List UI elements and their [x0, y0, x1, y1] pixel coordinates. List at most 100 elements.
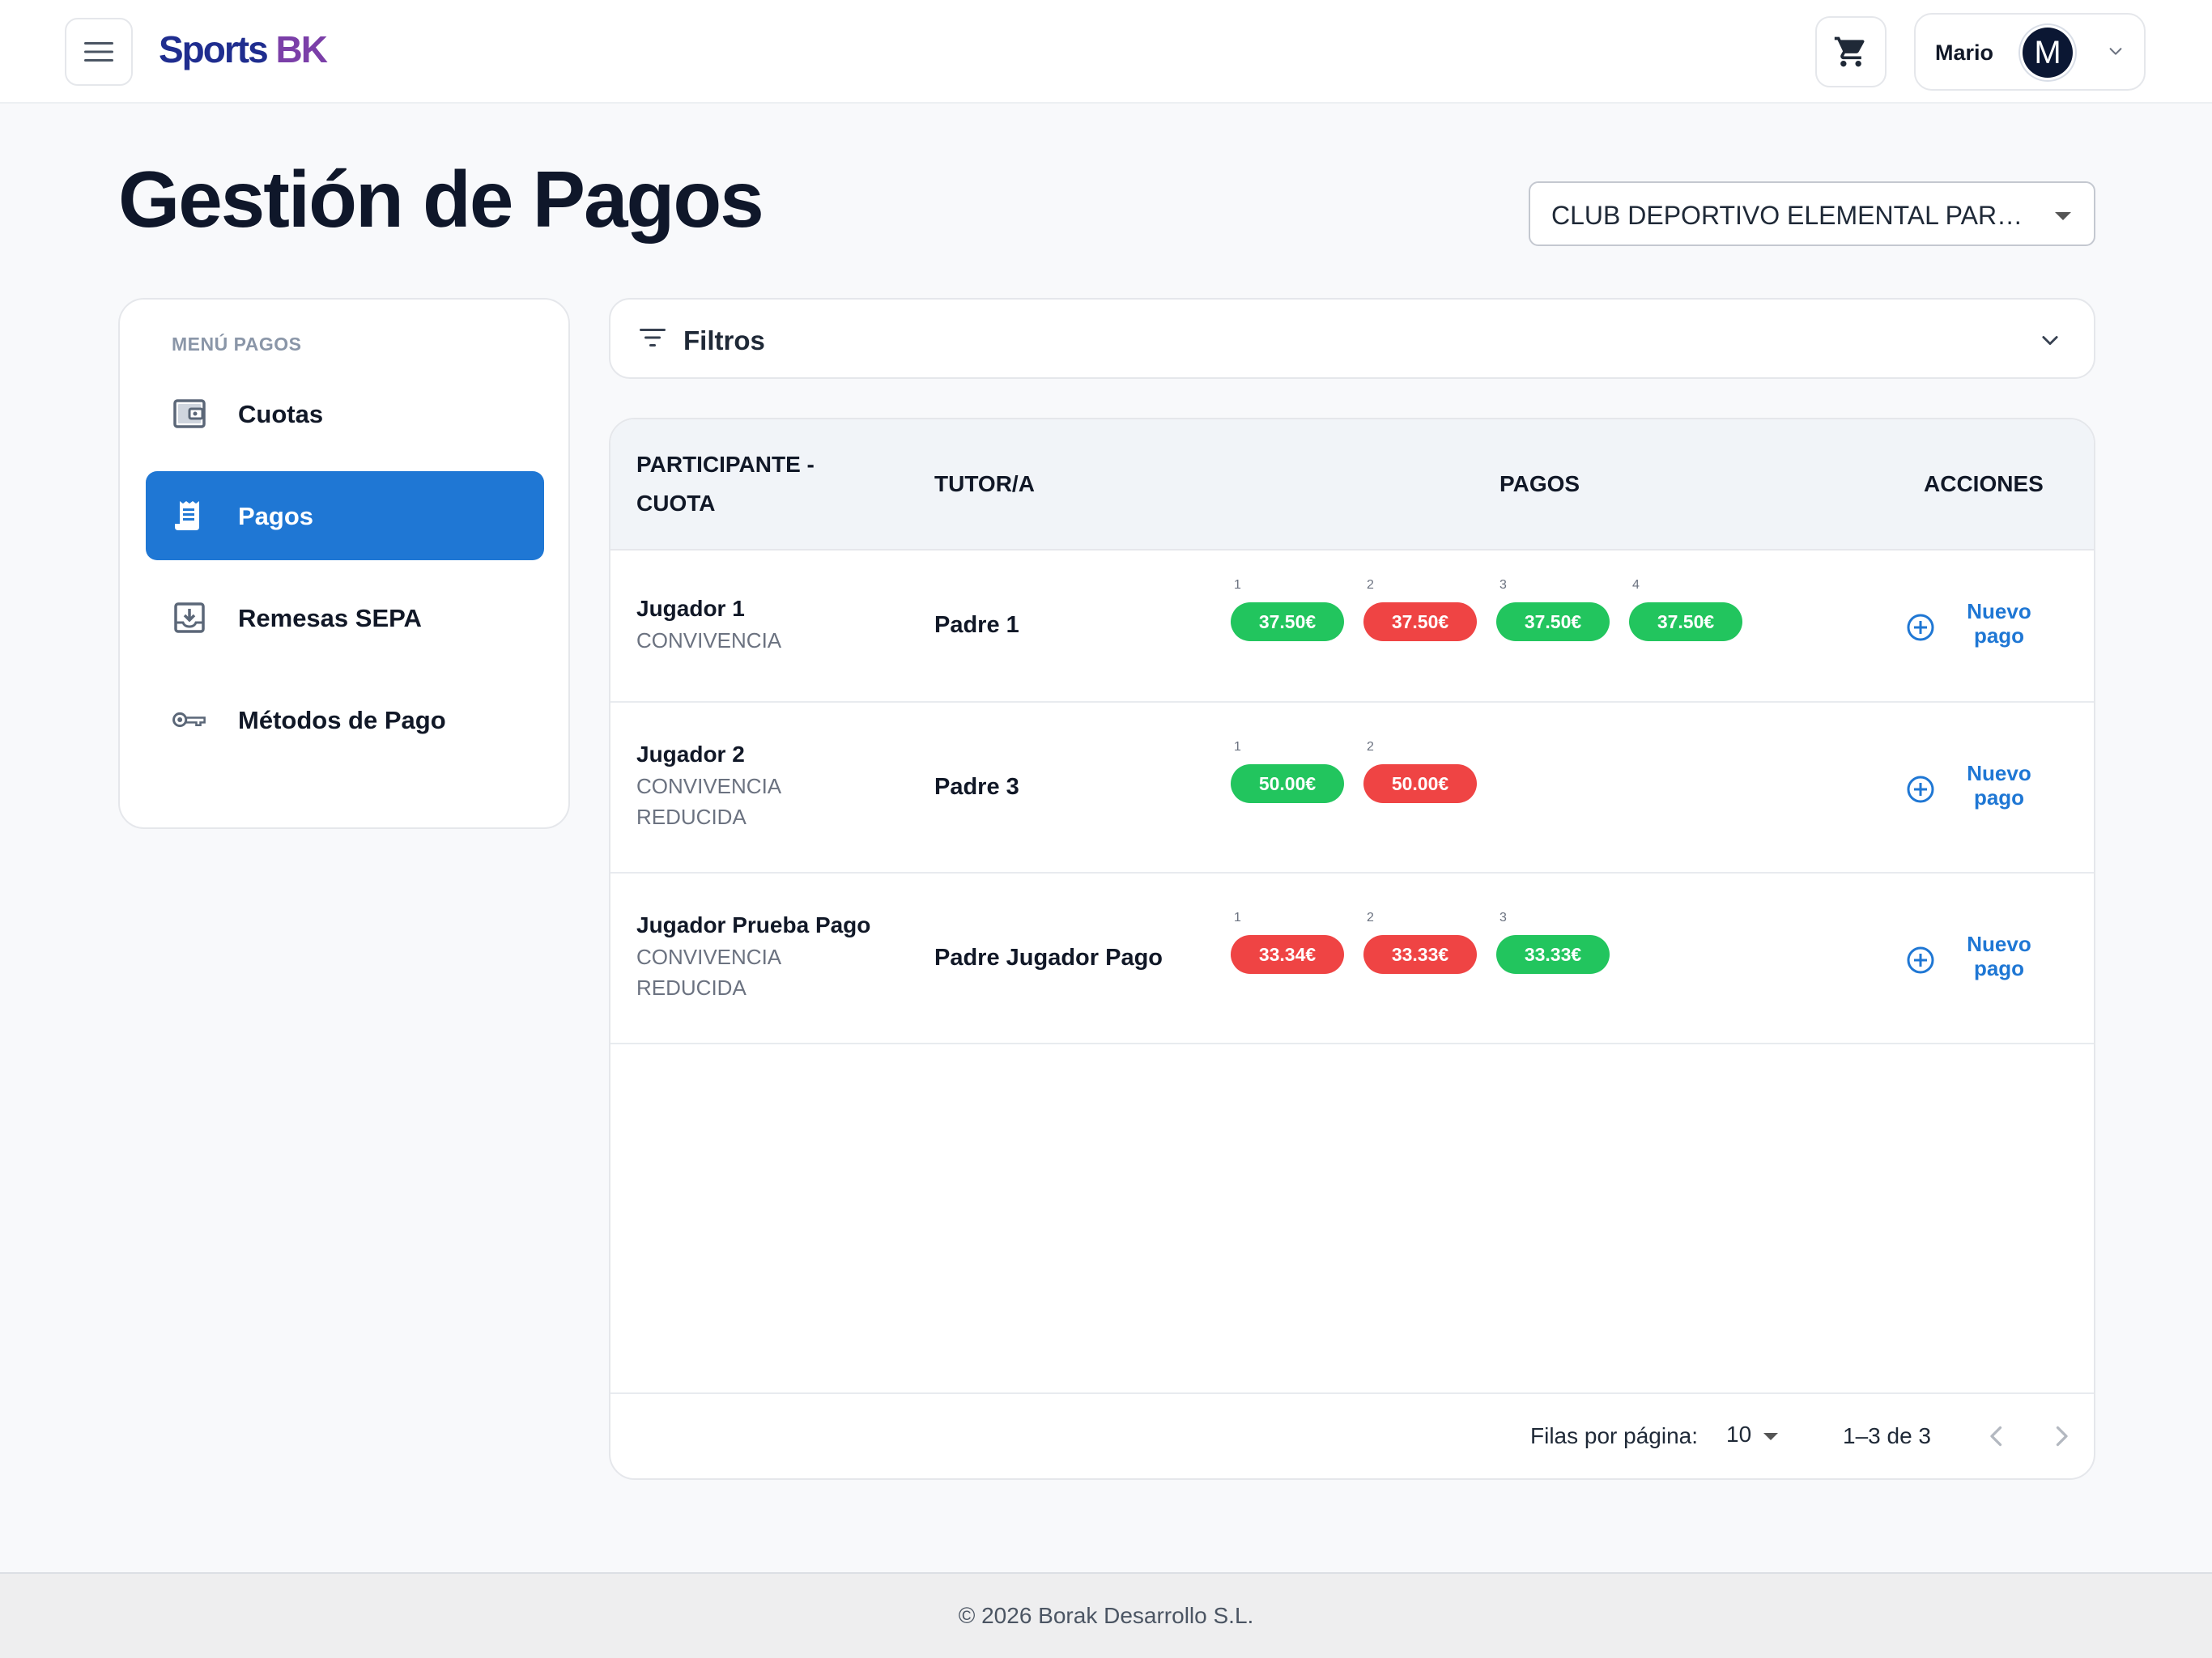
receipt-icon [175, 501, 199, 530]
tutor-name: Padre 3 [934, 774, 1019, 800]
payment-number: 1 [1234, 740, 1241, 754]
payment-chip[interactable]: 2 33.33€ [1363, 911, 1477, 974]
payment-amount: 33.34€ [1231, 935, 1344, 974]
new-payment-label-line2: pago [1973, 785, 2025, 810]
add-circle-icon [1907, 776, 1934, 803]
header-tutor: TUTOR/A [934, 471, 1035, 496]
top-bar: Sports BK Mario M [0, 0, 2212, 104]
previous-page-button[interactable] [1982, 1422, 2011, 1451]
payment-chip[interactable]: 1 37.50€ [1231, 578, 1344, 641]
payment-number: 3 [1499, 578, 1507, 592]
cart-icon [1834, 36, 1865, 67]
brand-logo-part2: BK [275, 28, 327, 70]
sidebar-item-pagos[interactable]: Pagos [146, 471, 544, 560]
payment-number: 4 [1632, 578, 1640, 592]
brand-logo[interactable]: Sports BK [159, 28, 328, 71]
hamburger-icon [84, 42, 113, 62]
table-header: PARTICIPANTE - CUOTA TUTOR/A PAGOS ACCIO… [610, 419, 2094, 551]
payment-number: 2 [1367, 740, 1374, 754]
table-row: Jugador 2 CONVIVENCIA REDUCIDA Padre 3 1… [610, 703, 2094, 874]
key-icon [172, 712, 206, 728]
tutor-name: Padre Jugador Pago [934, 945, 1163, 971]
rows-per-page-label: Filas por página: [1530, 1423, 1699, 1448]
new-payment-button[interactable]: Nuevo pago [1906, 761, 2084, 818]
payment-number: 2 [1367, 911, 1374, 925]
menu-button[interactable] [65, 18, 133, 86]
fee-name: CONVIVENCIA [636, 628, 782, 653]
new-payment-label-line1: Nuevo [1967, 932, 2031, 956]
new-payment-label-line1: Nuevo [1967, 599, 2031, 623]
new-payment-button[interactable]: Nuevo pago [1906, 599, 2084, 656]
payment-amount: 33.33€ [1496, 935, 1610, 974]
table-pagination: Filas por página: 10 1–3 de 3 [610, 1392, 2094, 1478]
new-payment-label-line1: Nuevo [1967, 761, 2031, 785]
payment-chip[interactable]: 4 37.50€ [1629, 578, 1742, 641]
sidebar-item-cuotas[interactable]: Cuotas [146, 369, 544, 458]
sidebar-item-label: Cuotas [238, 400, 324, 428]
sidebar-item-remesas-sepa[interactable]: Remesas SEPA [146, 573, 544, 662]
rows-per-page-value: 10 [1726, 1422, 1752, 1447]
next-page-button[interactable] [2047, 1422, 2076, 1451]
payment-number: 3 [1499, 911, 1507, 925]
chevron-down-icon [2042, 336, 2058, 346]
avatar: M [2023, 28, 2073, 78]
participant-name: Jugador 2 [636, 742, 745, 767]
participant-name: Jugador Prueba Pago [636, 912, 871, 937]
cart-button[interactable] [1815, 16, 1887, 87]
header-participante-line2: CUOTA [636, 491, 716, 516]
menu-title: MENÚ PAGOS [172, 334, 302, 355]
payment-amount: 37.50€ [1629, 602, 1742, 641]
payment-amount: 37.50€ [1496, 602, 1610, 641]
payments-table: PARTICIPANTE - CUOTA TUTOR/A PAGOS ACCIO… [609, 418, 2095, 1480]
dropdown-caret-icon [2055, 212, 2071, 220]
add-circle-icon [1907, 614, 1934, 641]
header-pagos: PAGOS [1499, 471, 1580, 496]
club-select[interactable]: CLUB DEPORTIVO ELEMENTAL PARQ... [1529, 181, 2095, 246]
payment-chip[interactable]: 3 37.50€ [1496, 578, 1610, 641]
wallet-icon [173, 399, 206, 428]
payment-chip[interactable]: 3 33.33€ [1496, 911, 1610, 974]
new-payment-button[interactable]: Nuevo pago [1906, 932, 2084, 988]
footer-copyright: © 2026 Borak Desarrollo S.L. [958, 1603, 1254, 1628]
table-row: Jugador Prueba Pago CONVIVENCIA REDUCIDA… [610, 874, 2094, 1044]
filters-panel[interactable]: Filtros [609, 298, 2095, 379]
payment-chip[interactable]: 2 50.00€ [1363, 740, 1477, 803]
filter-icon [640, 329, 666, 346]
download-tray-icon [174, 602, 205, 633]
dropdown-caret-icon [1763, 1433, 1778, 1440]
user-menu-button[interactable]: Mario M [1914, 13, 2146, 91]
header-acciones: ACCIONES [1924, 471, 2044, 496]
payment-amount: 37.50€ [1231, 602, 1344, 641]
new-payment-label: Nuevo pago [1955, 599, 2044, 648]
payment-amount: 50.00€ [1363, 764, 1477, 803]
user-name: Mario [1935, 40, 1994, 65]
filters-label: Filtros [683, 325, 765, 355]
fee-name: CONVIVENCIA REDUCIDA [636, 774, 781, 829]
payment-amount: 50.00€ [1231, 764, 1344, 803]
payments-menu: MENÚ PAGOS Cuotas Pagos Remesas SEPA Mét… [118, 298, 570, 829]
pagination-range: 1–3 de 3 [1843, 1423, 1931, 1448]
payment-chip[interactable]: 2 37.50€ [1363, 578, 1477, 641]
payment-chip[interactable]: 1 50.00€ [1231, 740, 1344, 803]
brand-logo-part1: Sports [159, 28, 269, 70]
page-title: Gestión de Pagos [118, 155, 764, 244]
table-row: Jugador 1 CONVIVENCIA Padre 1 1 37.50€ 2… [610, 551, 2094, 703]
footer: © 2026 Borak Desarrollo S.L. [0, 1572, 2212, 1658]
new-payment-label-line2: pago [1973, 623, 2025, 648]
payment-amount: 37.50€ [1363, 602, 1477, 641]
payment-number: 1 [1234, 578, 1241, 592]
payment-amount: 33.33€ [1363, 935, 1477, 974]
chevron-down-icon [2109, 48, 2122, 55]
club-select-value: CLUB DEPORTIVO ELEMENTAL PARQ... [1551, 201, 2037, 230]
new-payment-label: Nuevo pago [1955, 932, 2044, 980]
sidebar-item-label: Pagos [238, 502, 314, 530]
new-payment-label: Nuevo pago [1955, 761, 2044, 810]
payment-number: 1 [1234, 911, 1241, 925]
tutor-name: Padre 1 [934, 612, 1019, 638]
new-payment-label-line2: pago [1973, 956, 2025, 980]
payment-chip[interactable]: 1 33.34€ [1231, 911, 1344, 974]
add-circle-icon [1907, 946, 1934, 974]
header-participante: PARTICIPANTE - CUOTA [636, 445, 815, 523]
sidebar-item-metodos-de-pago[interactable]: Métodos de Pago [146, 675, 544, 764]
header-participante-line1: PARTICIPANTE - [636, 452, 815, 477]
